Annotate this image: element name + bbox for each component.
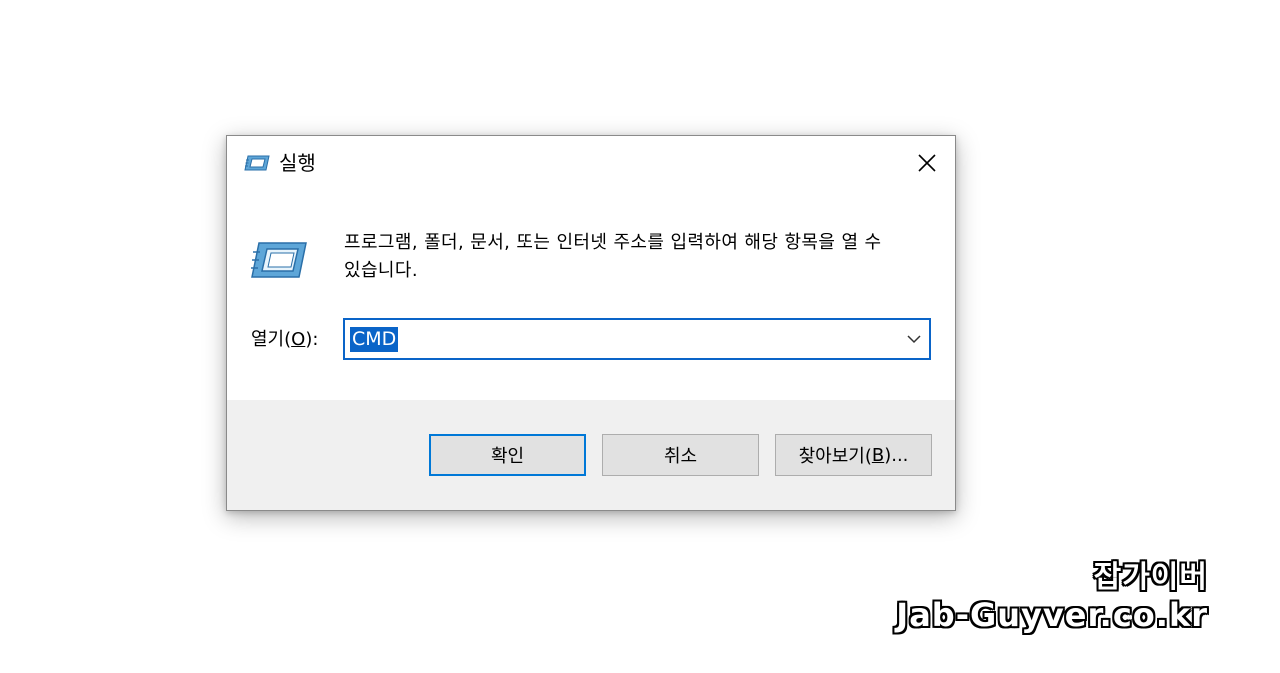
browse-label-prefix: 찾아보기( bbox=[798, 446, 872, 467]
open-label-accel: O bbox=[291, 329, 306, 350]
open-label-suffix: ): bbox=[305, 329, 319, 350]
button-bar: 확인 취소 찾아보기(B)... bbox=[227, 400, 955, 510]
browse-button[interactable]: 찾아보기(B)... bbox=[775, 434, 932, 476]
dialog-title: 실행 bbox=[279, 151, 316, 175]
watermark: 잡가이버 Jab-Guyver.co.kr bbox=[896, 560, 1208, 634]
chevron-down-icon[interactable] bbox=[905, 330, 923, 348]
ok-button[interactable]: 확인 bbox=[429, 434, 586, 476]
dialog-description: 프로그램, 폴더, 문서, 또는 인터넷 주소를 입력하여 해당 항목을 열 수… bbox=[344, 232, 882, 281]
browse-label-accel: B bbox=[871, 444, 885, 466]
close-icon bbox=[918, 154, 936, 172]
open-input-value[interactable]: CMD bbox=[350, 327, 399, 352]
dialog-body: 프로그램, 폴더, 문서, 또는 인터넷 주소를 입력하여 해당 항목을 열 수… bbox=[227, 192, 955, 400]
watermark-brand: 잡가이버 bbox=[1093, 560, 1208, 595]
title-bar: 실행 bbox=[227, 136, 955, 192]
run-large-icon bbox=[251, 242, 307, 278]
open-combobox[interactable]: CMD bbox=[343, 318, 931, 360]
browse-label-suffix: )... bbox=[884, 444, 909, 466]
run-dialog: 실행 프로그램, 폴더, 문서, 또는 인터넷 주소를 입력하여 해당 항목을 … bbox=[226, 135, 956, 511]
run-icon bbox=[244, 155, 270, 171]
watermark-url: Jab-Guyver.co.kr bbox=[896, 596, 1208, 634]
open-label-prefix: 열기( bbox=[251, 329, 292, 350]
open-label: 열기(O): bbox=[251, 326, 318, 354]
screenshot-canvas: 실행 프로그램, 폴더, 문서, 또는 인터넷 주소를 입력하여 해당 항목을 … bbox=[0, 0, 1280, 673]
close-button[interactable] bbox=[909, 146, 945, 180]
cancel-button[interactable]: 취소 bbox=[602, 434, 759, 476]
